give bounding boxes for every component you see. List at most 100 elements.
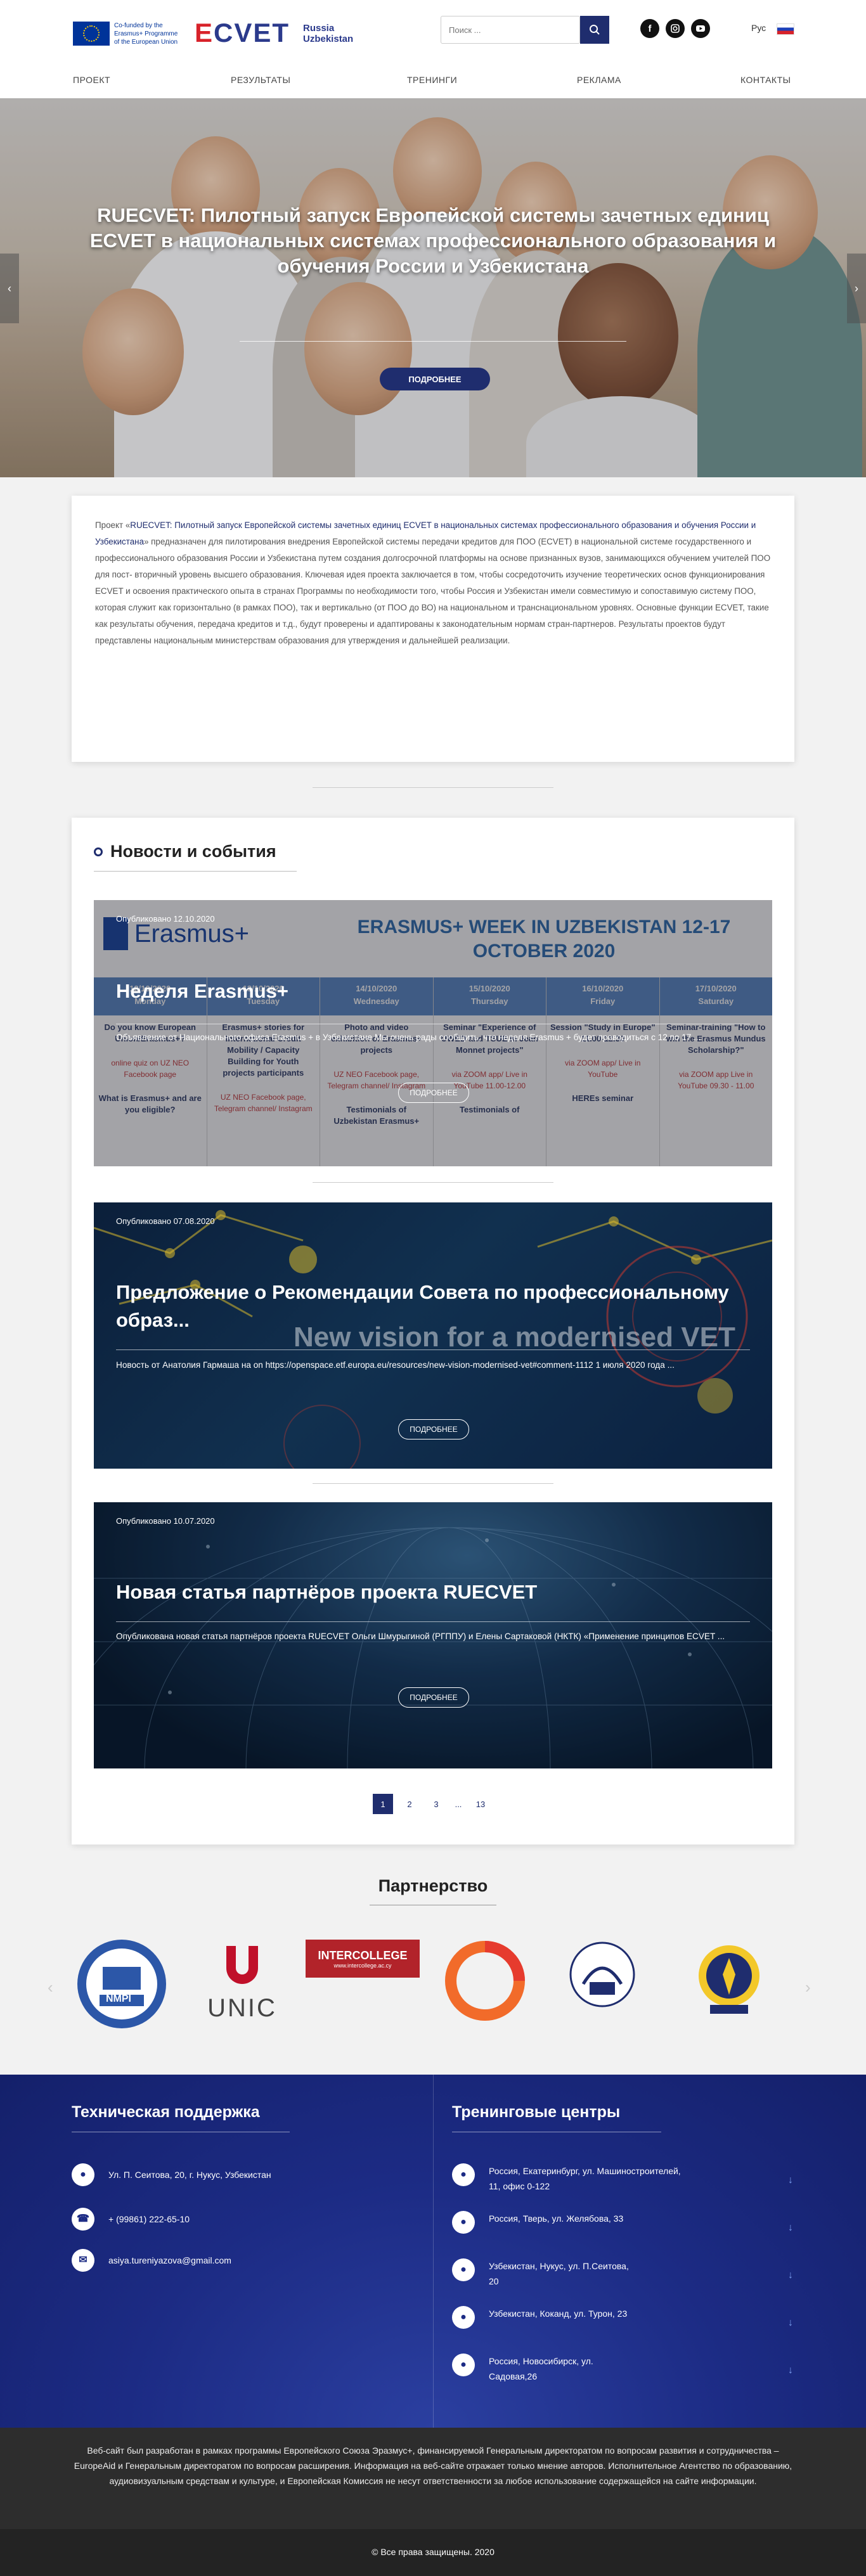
partners-next-arrow[interactable]: › bbox=[805, 1978, 811, 1997]
ecvet-logo[interactable]: ECVET bbox=[195, 20, 296, 46]
location-icon: ● bbox=[452, 2163, 475, 2186]
support-phone-text[interactable]: + (99861) 222-65-10 bbox=[108, 2208, 190, 2227]
location-icon: ● bbox=[452, 2306, 475, 2329]
about-text: Проект «RUECVET: Пилотный запуск Европей… bbox=[95, 517, 771, 649]
ecvet-logo-rest: CVET bbox=[214, 18, 290, 48]
chevron-down-icon[interactable]: ↓ bbox=[788, 2317, 793, 2329]
hero-overlay bbox=[0, 98, 866, 477]
partner-logo-nmpi-text: NMPI bbox=[106, 1993, 131, 2004]
facebook-icon[interactable]: f bbox=[640, 19, 659, 38]
post-more-button[interactable]: ПОДРОБНЕЕ bbox=[398, 1419, 469, 1439]
page-button[interactable]: 3 bbox=[426, 1794, 446, 1814]
support-email[interactable]: ✉ asiya.tureniyazova@gmail.com bbox=[72, 2249, 401, 2272]
about-body: » предназначен для пилотирования внедрен… bbox=[95, 537, 771, 645]
post-title[interactable]: Новая статья партнёров проекта RUECVET bbox=[116, 1578, 750, 1606]
center-item[interactable]: ● Узбекистан, Нукус, ул. П.Сеитова, 20 bbox=[452, 2258, 769, 2289]
pagination: 1 2 3 ... 13 bbox=[373, 1794, 497, 1814]
location-icon: ● bbox=[452, 2211, 475, 2234]
phone-icon: ☎ bbox=[72, 2208, 94, 2231]
center-item[interactable]: ● Россия, Екатеринбург, ул. Машиностроит… bbox=[452, 2163, 769, 2194]
post-separator bbox=[313, 1182, 553, 1183]
search-button[interactable] bbox=[580, 16, 609, 44]
instagram-icon[interactable] bbox=[666, 19, 685, 38]
support-address: ● Ул. П. Сеитова, 20, г. Нукус, Узбекист… bbox=[72, 2163, 401, 2186]
center-item[interactable]: ● Россия, Тверь, ул. Желябова, 33 bbox=[452, 2211, 769, 2234]
slider-prev-arrow[interactable]: ‹ bbox=[0, 254, 19, 323]
language-selector[interactable]: Рус bbox=[751, 23, 766, 33]
support-address-text: Ул. П. Сеитова, 20, г. Нукус, Узбекистан bbox=[108, 2170, 271, 2180]
location-icon: ● bbox=[452, 2258, 475, 2281]
center-item-text: Россия, Екатеринбург, ул. Машиностроител… bbox=[489, 2166, 681, 2191]
eu-flag-logo bbox=[73, 22, 110, 46]
slider-next-arrow[interactable]: › bbox=[847, 254, 866, 323]
page-button[interactable]: 2 bbox=[399, 1794, 420, 1814]
post-date: Опубликовано 12.10.2020 bbox=[116, 914, 215, 924]
center-item-text: Узбекистан, Коканд, ул. Турон, 23 bbox=[489, 2309, 628, 2319]
news-post[interactable]: New vision for a modernised VET Опублико… bbox=[94, 1202, 772, 1469]
partner-logo-unic-text: UNIC bbox=[207, 1993, 277, 2022]
partner-logo-university[interactable] bbox=[561, 1933, 643, 2028]
post-more-button[interactable]: ПОДРОБНЕЕ bbox=[398, 1687, 469, 1708]
page-button[interactable]: 1 bbox=[373, 1794, 393, 1814]
centers-title: Тренинговые центры bbox=[452, 2103, 621, 2121]
footer-divider bbox=[433, 2075, 434, 2428]
partner-logo-nmpi[interactable]: NMPI bbox=[71, 1933, 172, 2035]
chevron-down-icon[interactable]: ↓ bbox=[788, 2270, 793, 2281]
nav-item-advertising[interactable]: РЕКЛАМА bbox=[577, 75, 621, 85]
location-icon: ● bbox=[72, 2163, 94, 2186]
news-underline bbox=[94, 871, 297, 872]
center-item-text: Россия, Тверь, ул. Желябова, 33 bbox=[489, 2213, 624, 2224]
partner-logo-unic[interactable]: UNIC bbox=[198, 1933, 287, 2035]
post-excerpt: Новость от Анатолия Гармаша на on https:… bbox=[116, 1360, 675, 1370]
russian-flag-icon[interactable] bbox=[777, 23, 794, 35]
news-heading: Новости и события bbox=[94, 842, 276, 861]
post-more-button[interactable]: ПОДРОБНЕЕ bbox=[398, 1083, 469, 1103]
nav-item-contacts[interactable]: КОНТАКТЫ bbox=[740, 75, 791, 85]
chevron-down-icon[interactable]: ↓ bbox=[788, 2175, 793, 2186]
partner-logo-intercollege-url: www.intercollege.ac.cy bbox=[333, 1962, 392, 1969]
hero-title: RUECVET: Пилотный запуск Европейской сис… bbox=[89, 204, 777, 277]
partners-title: Партнерство bbox=[378, 1876, 488, 1895]
chevron-down-icon[interactable]: ↓ bbox=[788, 2222, 793, 2234]
center-item[interactable]: ● Узбекистан, Коканд, ул. Турон, 23 bbox=[452, 2306, 769, 2329]
nav-item-results[interactable]: РЕЗУЛЬТАТЫ bbox=[231, 75, 290, 85]
chevron-down-icon[interactable]: ↓ bbox=[788, 2365, 793, 2376]
news-title: Новости и события bbox=[110, 842, 276, 861]
partner-logo-ring[interactable] bbox=[437, 1933, 533, 2028]
hero-slider: RUECVET: Пилотный запуск Европейской сис… bbox=[0, 98, 866, 477]
nav-item-trainings[interactable]: ТРЕНИНГИ bbox=[407, 75, 457, 85]
page-button[interactable]: 13 bbox=[470, 1794, 491, 1814]
search-input[interactable] bbox=[441, 16, 580, 44]
bullet-icon bbox=[94, 847, 103, 856]
about-prefix: Проект « bbox=[95, 520, 131, 530]
post-excerpt: Объявление от Национального офиса Erasmu… bbox=[116, 1033, 701, 1042]
page: Co-funded by the Erasmus+ Programme of t… bbox=[0, 0, 866, 2576]
post-date: Опубликовано 10.07.2020 bbox=[116, 1516, 215, 1526]
partners-prev-arrow[interactable]: ‹ bbox=[48, 1978, 53, 1997]
location-icon: ● bbox=[452, 2354, 475, 2376]
main-nav: ПРОЕКТ РЕЗУЛЬТАТЫ ТРЕНИНГИ РЕКЛАМА КОНТА… bbox=[0, 71, 866, 91]
nav-item-project[interactable]: ПРОЕКТ bbox=[73, 75, 110, 85]
center-item-text: Россия, Новосибирск, ул. Садовая,26 bbox=[489, 2356, 593, 2381]
center-item[interactable]: ● Россия, Новосибирск, ул. Садовая,26 bbox=[452, 2354, 769, 2384]
partner-logo-intercollege[interactable]: INTERCOLLEGE www.intercollege.ac.cy bbox=[306, 1940, 420, 1978]
about-card: Проект «RUECVET: Пилотный запуск Европей… bbox=[72, 496, 794, 762]
news-post[interactable]: Erasmus+ ERASMUS+ WEEK IN UZBEKISTAN 12-… bbox=[94, 900, 772, 1166]
post-title[interactable]: Предложение о Рекомендации Совета по про… bbox=[116, 1278, 750, 1334]
youtube-icon[interactable] bbox=[691, 19, 710, 38]
hero-divider bbox=[240, 341, 626, 342]
post-divider bbox=[116, 1621, 750, 1622]
post-title[interactable]: Неделя Erasmus+ bbox=[116, 977, 750, 1005]
support-email-text[interactable]: asiya.tureniyazova@gmail.com bbox=[108, 2249, 231, 2268]
copyright-bar: © Все права защищены. 2020 bbox=[0, 2529, 866, 2576]
site-header: Co-funded by the Erasmus+ Programme of t… bbox=[0, 0, 866, 98]
partner-logo-crest[interactable] bbox=[688, 1933, 770, 2028]
hero-more-button[interactable]: ПОДРОБНЕЕ bbox=[380, 368, 490, 390]
news-post[interactable]: Опубликовано 10.07.2020 Новая статья пар… bbox=[94, 1502, 772, 1768]
news-section: Новости и события Erasmus+ ERASMUS+ WEEK… bbox=[72, 818, 794, 1845]
disclaimer-bar: Веб-сайт был разработан в рамках програм… bbox=[0, 2428, 866, 2529]
support-phone[interactable]: ☎ + (99861) 222-65-10 bbox=[72, 2208, 401, 2231]
post-divider bbox=[116, 1349, 750, 1350]
post-date: Опубликовано 07.08.2020 bbox=[116, 1216, 215, 1226]
search-icon bbox=[590, 25, 600, 35]
